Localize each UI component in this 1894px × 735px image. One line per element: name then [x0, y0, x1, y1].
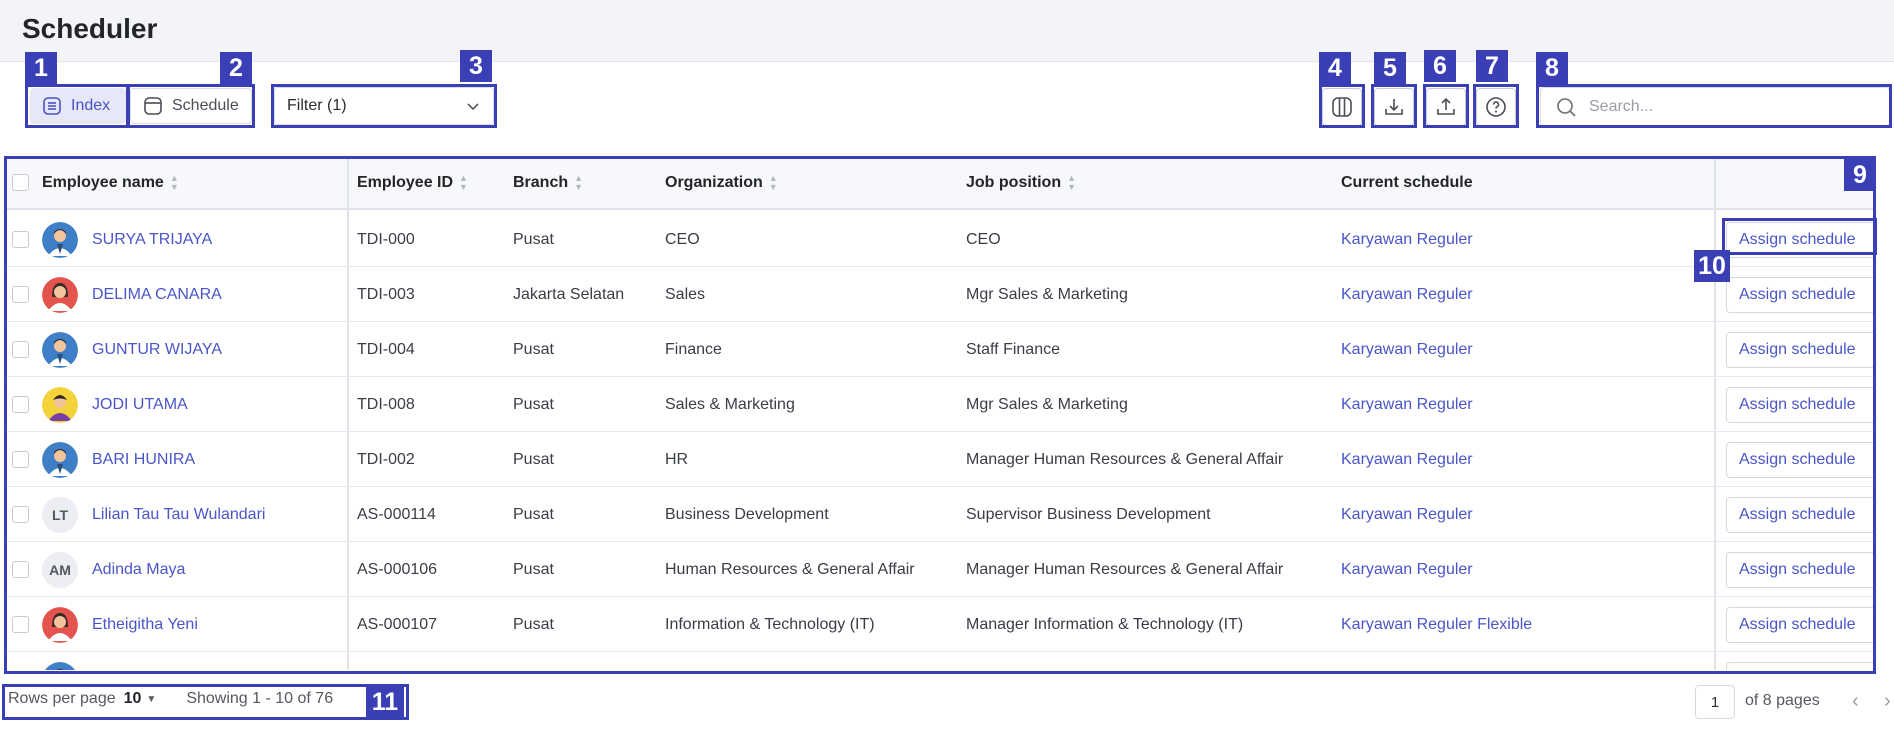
annotation-box-7: [1473, 84, 1519, 128]
page-number-input[interactable]: 1: [1695, 685, 1735, 719]
page-title: Scheduler: [22, 13, 158, 44]
title-bar: Scheduler: [0, 0, 1894, 62]
annotation-label-8: 8: [1536, 52, 1568, 84]
annotation-label-6: 6: [1424, 50, 1456, 82]
annotation-box-9: [4, 156, 1876, 674]
annotation-box-3: [271, 84, 497, 128]
annotation-label-4: 4: [1319, 52, 1351, 84]
annotation-box-2: [127, 84, 255, 128]
next-page-icon[interactable]: ›: [1884, 690, 1891, 713]
annotation-label-9: 9: [1844, 159, 1876, 191]
annotation-label-11: 11: [366, 686, 404, 718]
annotation-box-1: [25, 84, 129, 128]
annotation-box-10: [1722, 218, 1877, 255]
annotation-box-4: [1319, 84, 1365, 128]
annotation-label-7: 7: [1476, 50, 1508, 82]
annotation-label-2: 2: [220, 52, 252, 84]
page-count-text: of 8 pages: [1745, 692, 1820, 709]
annotation-label-1: 1: [25, 52, 57, 84]
annotation-box-6: [1423, 84, 1469, 128]
prev-page-icon[interactable]: ‹: [1852, 690, 1859, 713]
annotation-box-8: [1536, 84, 1892, 128]
annotation-label-3: 3: [460, 50, 492, 82]
annotation-box-5: [1371, 84, 1417, 128]
annotation-label-5: 5: [1374, 52, 1406, 84]
annotation-label-10: 10: [1694, 250, 1730, 282]
annotation-box-11: [2, 684, 409, 720]
